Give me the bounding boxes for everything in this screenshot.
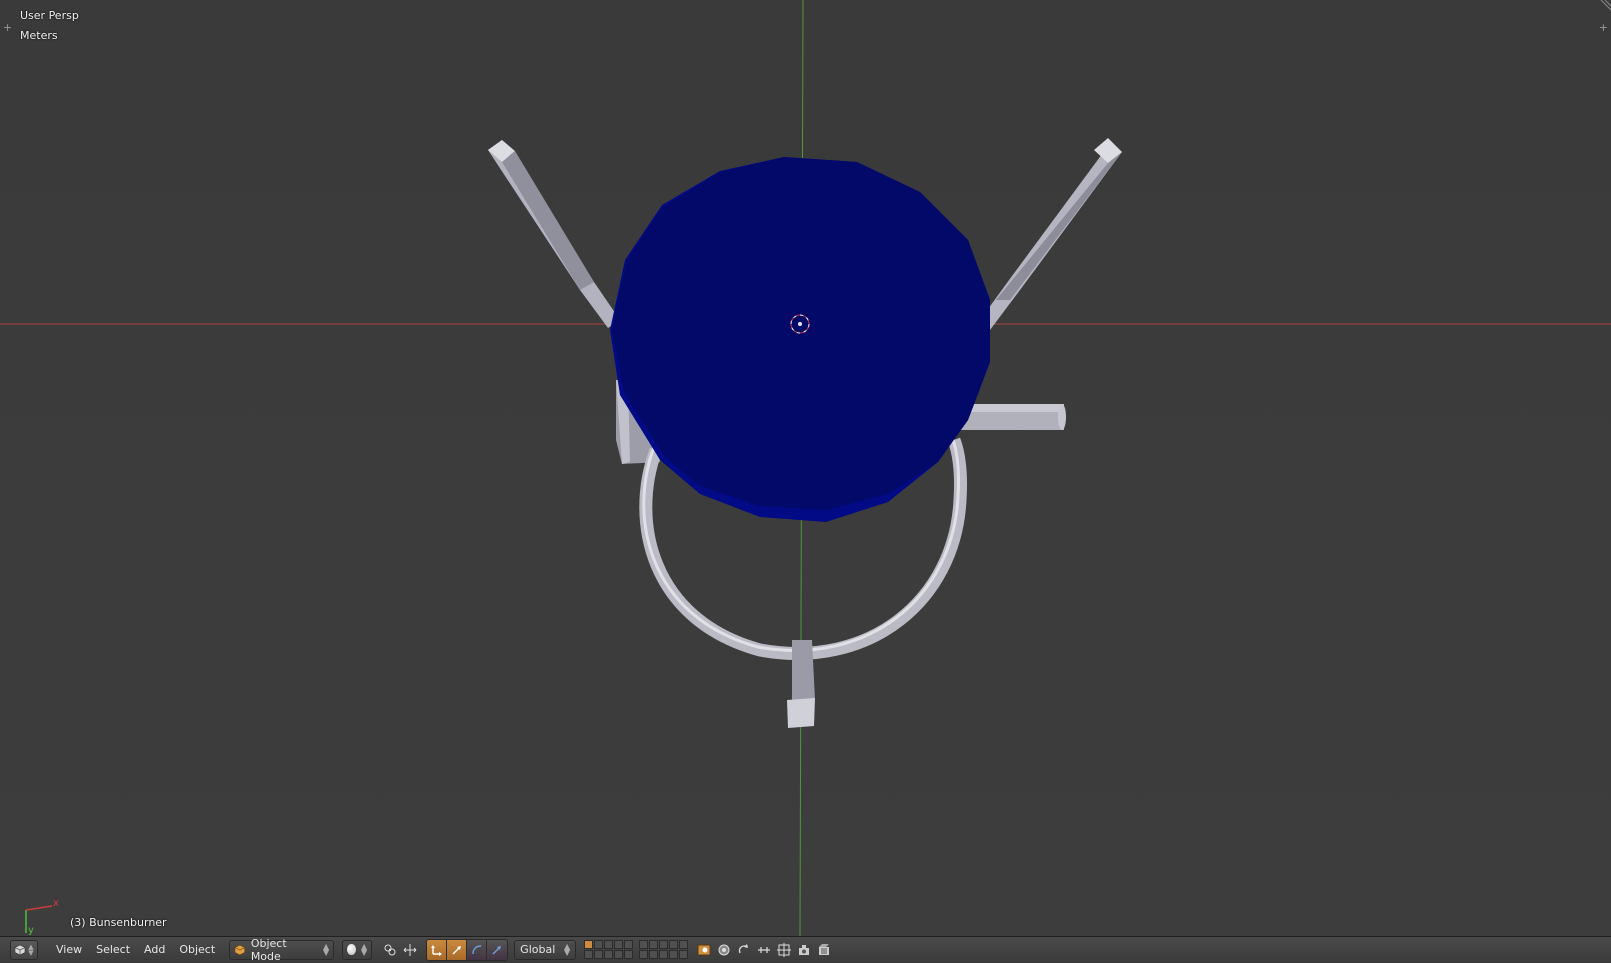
transform-extra-icon[interactable] bbox=[487, 940, 507, 960]
manipulator-buttons bbox=[426, 938, 509, 961]
layer-toggle[interactable] bbox=[584, 940, 594, 949]
layer-toggle[interactable] bbox=[649, 950, 659, 959]
solid-sphere-icon bbox=[347, 944, 357, 955]
rotate-icon[interactable] bbox=[447, 939, 468, 960]
layer-toggle[interactable] bbox=[614, 950, 624, 959]
layer-toggle[interactable] bbox=[639, 950, 649, 959]
chevron-updown-icon: ▲ ▼ bbox=[323, 941, 330, 957]
layer-toggle[interactable] bbox=[659, 940, 669, 949]
layer-toggle[interactable] bbox=[624, 940, 634, 949]
transform-orientation-select[interactable]: Global ▲ ▼ bbox=[514, 939, 577, 960]
layer-toggle[interactable] bbox=[649, 940, 659, 949]
chevron-updown-icon: ▲ ▼ bbox=[28, 942, 34, 957]
menu-select[interactable]: Select bbox=[90, 940, 136, 960]
axis-y-label: y bbox=[28, 925, 34, 936]
layer-toggle[interactable] bbox=[679, 950, 689, 959]
layer-block-2 bbox=[639, 940, 689, 959]
units-label: Meters bbox=[20, 29, 58, 42]
layer-block-1 bbox=[584, 940, 634, 959]
layer-buttons bbox=[584, 940, 689, 959]
snap-icon[interactable] bbox=[754, 940, 774, 960]
scene-canvas[interactable]: x y bbox=[0, 0, 1611, 936]
interaction-mode-select[interactable]: Object Mode ▲ ▼ bbox=[229, 936, 335, 963]
3d-viewport[interactable]: x y User Persp Meters (3) Bunsenburner +… bbox=[0, 0, 1611, 936]
layer-toggle[interactable] bbox=[594, 940, 604, 949]
scale-icon[interactable] bbox=[467, 939, 488, 960]
layer-toggle[interactable] bbox=[594, 950, 604, 959]
menu-add[interactable]: Add bbox=[138, 940, 171, 960]
view-name-label: User Persp bbox=[20, 9, 79, 22]
layer-toggle[interactable] bbox=[584, 950, 594, 959]
layer-toggle[interactable] bbox=[669, 950, 679, 959]
left-support-rod[interactable] bbox=[488, 140, 620, 328]
lock-layer-icon[interactable] bbox=[694, 940, 714, 960]
axis-gizmo: x y bbox=[25, 898, 59, 936]
pivot-icon[interactable] bbox=[380, 940, 400, 960]
render-icon[interactable] bbox=[714, 940, 734, 960]
layer-toggle[interactable] bbox=[659, 950, 669, 959]
snap-target-icon[interactable] bbox=[774, 940, 794, 960]
viewport-shading-select[interactable]: ▲ ▼ bbox=[342, 939, 373, 960]
proportional-edit-icon[interactable] bbox=[734, 940, 754, 960]
chevron-updown-icon: ▲ ▼ bbox=[361, 941, 368, 957]
menu-object[interactable]: Object bbox=[173, 940, 221, 960]
viewport-header: ▲ ▼ View Select Add Object Object Mode ▲ ▼… bbox=[0, 936, 1611, 963]
layer-toggle[interactable] bbox=[679, 940, 689, 949]
layer-toggle[interactable] bbox=[639, 940, 649, 949]
layer-toggle[interactable] bbox=[604, 940, 614, 949]
mode-label: Object Mode bbox=[250, 936, 287, 963]
opengl-render-icon[interactable] bbox=[794, 940, 814, 960]
axis-x-label: x bbox=[53, 898, 59, 909]
cube-icon bbox=[14, 944, 26, 955]
menu-view[interactable]: View bbox=[50, 940, 88, 960]
anim-render-icon[interactable] bbox=[814, 940, 834, 960]
right-support-rod[interactable] bbox=[980, 138, 1122, 330]
layer-toggle[interactable] bbox=[614, 940, 624, 949]
manipulator-toggle-icon[interactable] bbox=[400, 940, 420, 960]
region-corner-handle[interactable]: + bbox=[3, 22, 12, 33]
translate-icon[interactable] bbox=[427, 939, 448, 960]
editor-type-selector[interactable]: ▲ ▼ bbox=[10, 939, 38, 960]
layer-toggle[interactable] bbox=[604, 950, 614, 959]
object-mode-icon bbox=[234, 944, 246, 955]
chevron-updown-icon: ▲ ▼ bbox=[564, 941, 571, 957]
layer-toggle[interactable] bbox=[669, 940, 679, 949]
burner-disk[interactable] bbox=[610, 157, 990, 522]
area-split-handle[interactable] bbox=[1597, 0, 1611, 14]
orientation-label: Global bbox=[520, 943, 556, 956]
layer-toggle[interactable] bbox=[624, 950, 634, 959]
active-object-label: (3) Bunsenburner bbox=[70, 916, 167, 929]
region-corner-handle[interactable]: + bbox=[1599, 22, 1608, 33]
